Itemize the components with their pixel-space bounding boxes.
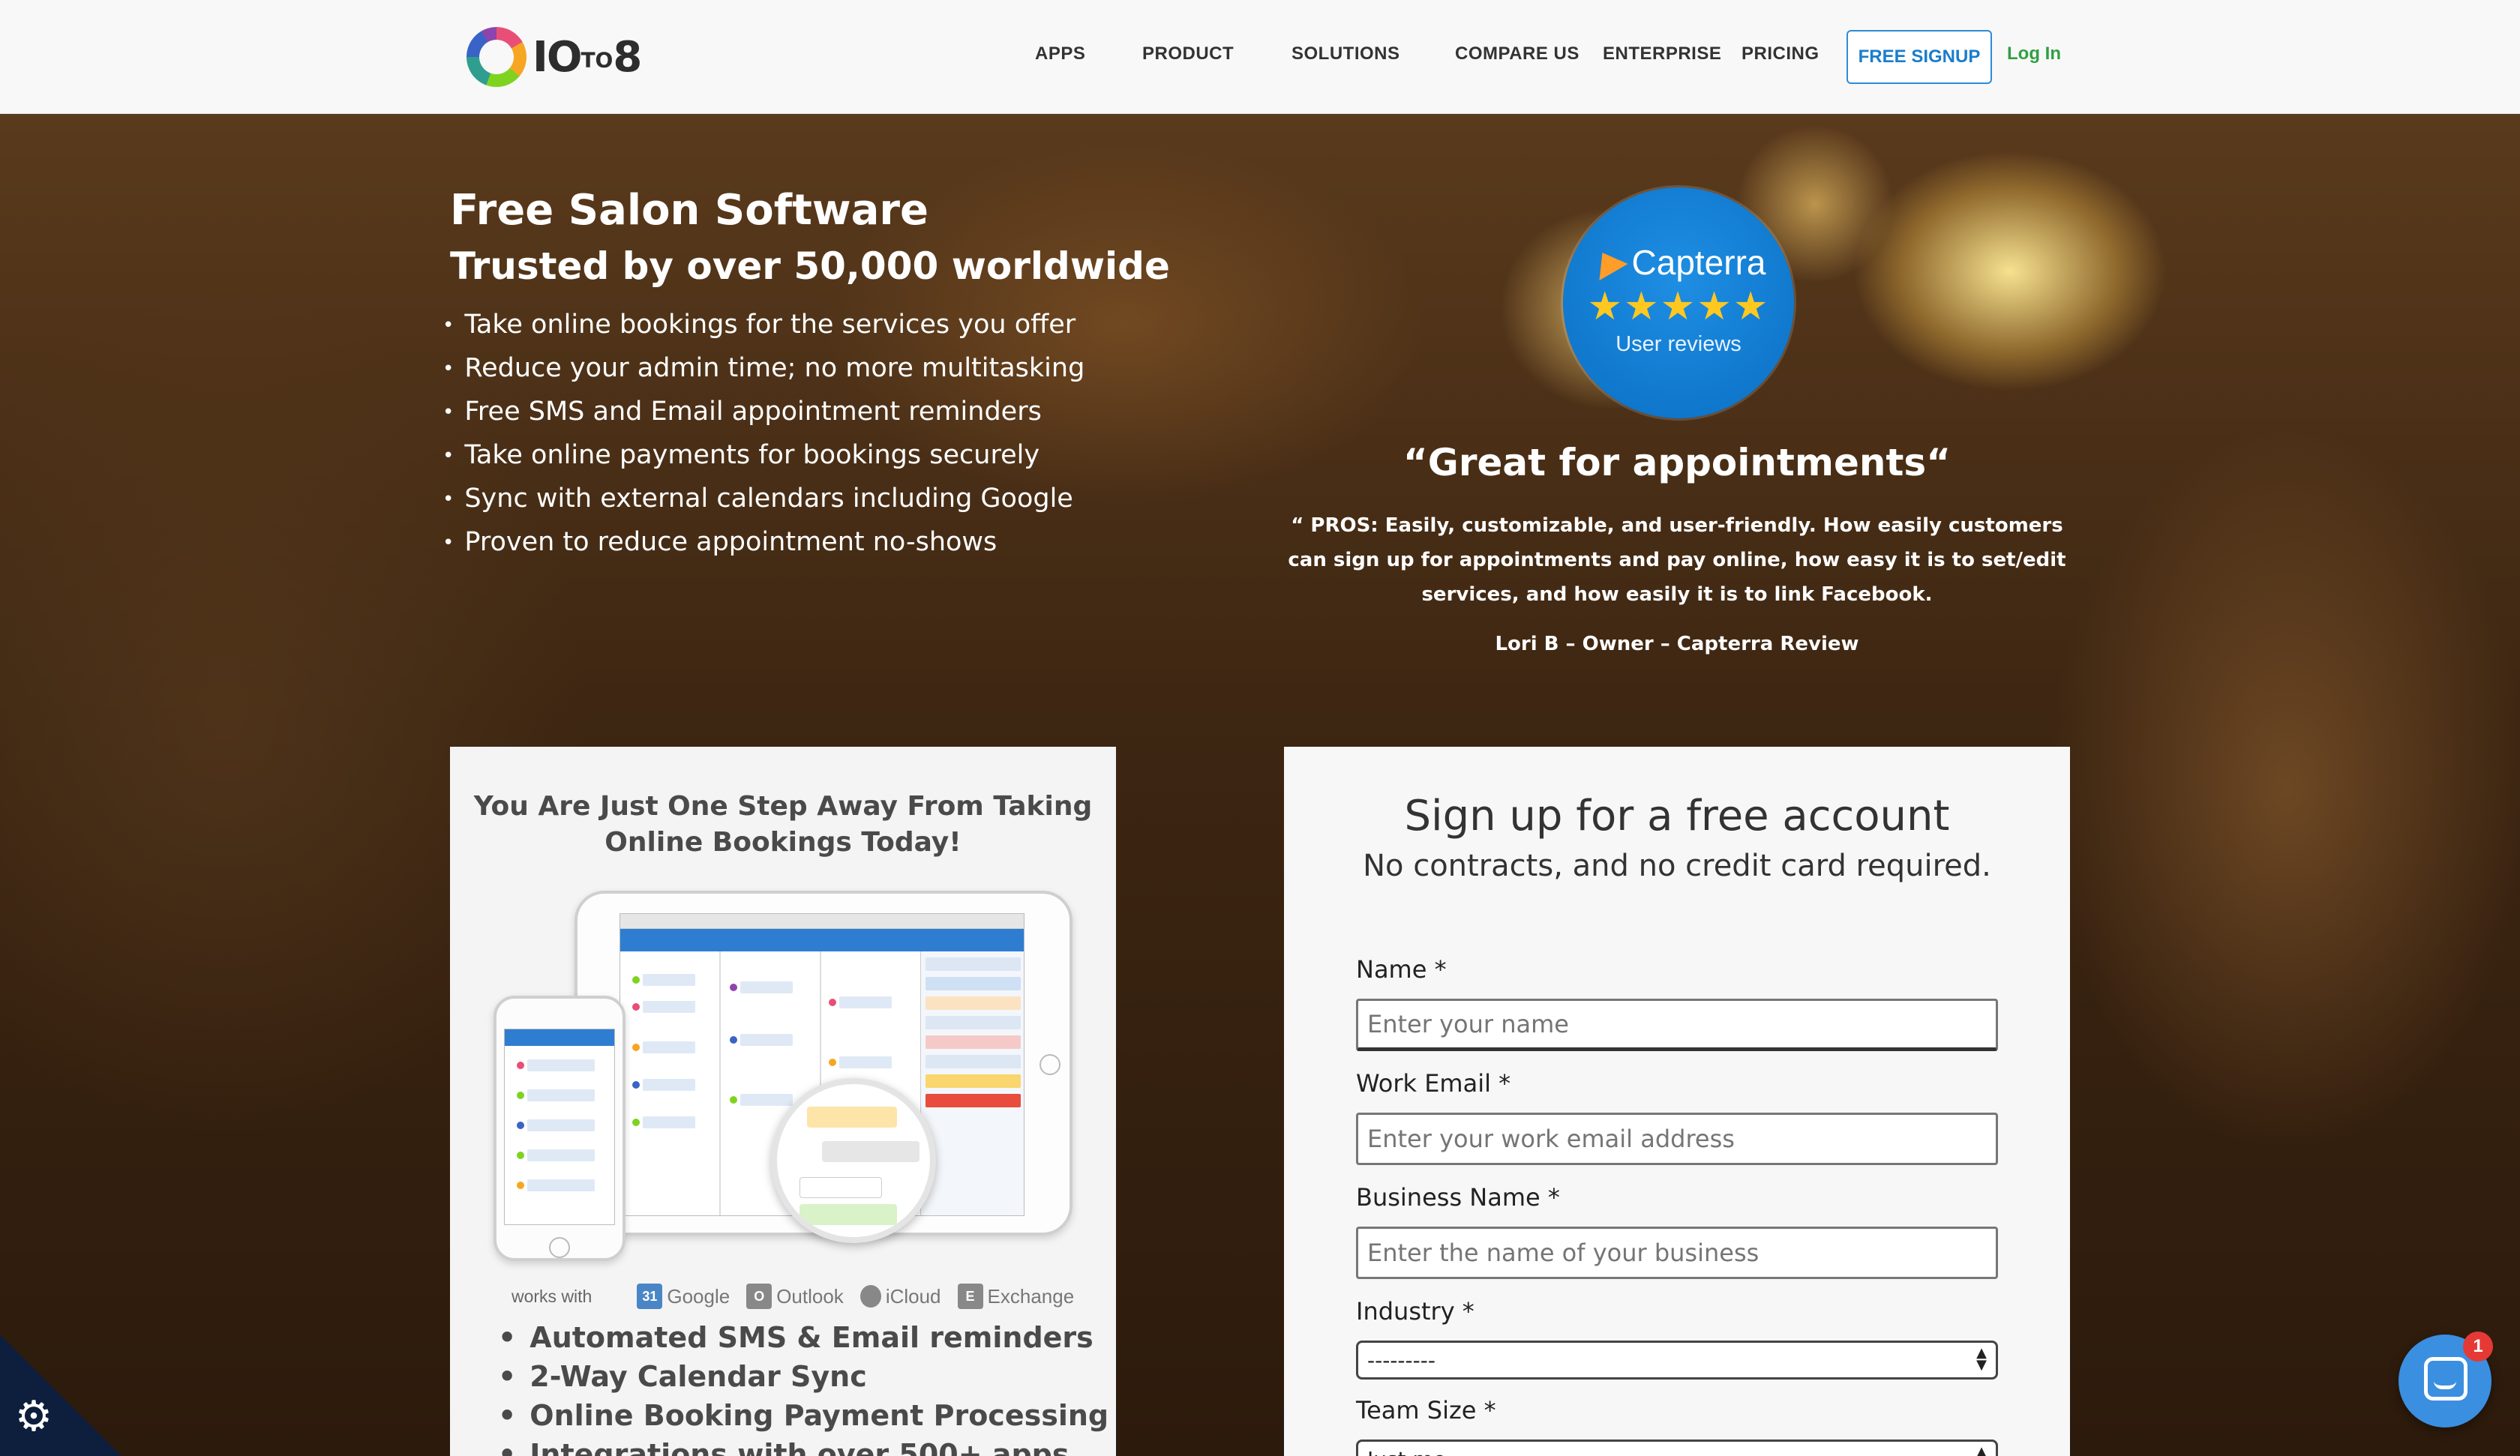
capterra-arrow-icon — [1587, 244, 1628, 280]
business-name-label: Business Name * — [1356, 1183, 1560, 1212]
industry-selected-value: --------- — [1367, 1347, 1436, 1373]
list-item: Online Booking Payment Processing — [526, 1396, 1108, 1435]
list-item: Automated SMS & Email reminders — [526, 1318, 1108, 1357]
list-item: Take online bookings for the services yo… — [442, 306, 1084, 349]
review-body: “ PROS: Easily, customizable, and user-f… — [1288, 514, 2066, 606]
outlook-logo: O Outlook — [746, 1284, 844, 1309]
work-email-input[interactable] — [1356, 1113, 1998, 1165]
10to8-logo[interactable]: IOTO8 — [466, 27, 642, 87]
list-item: Sync with external calendars including G… — [442, 480, 1084, 523]
google-calendar-icon: 31 — [637, 1284, 663, 1309]
select-arrows-icon: ▲▼ — [1976, 1444, 1987, 1456]
exchange-icon: E — [957, 1284, 983, 1309]
nav-enterprise[interactable]: ENTERPRISE — [1603, 43, 1721, 64]
badge-caption: User reviews — [1616, 331, 1742, 356]
promo-panel: You Are Just One Step Away From Taking O… — [450, 747, 1116, 1456]
nav-compare-us[interactable]: COMPARE US — [1455, 43, 1580, 64]
features-list: Automated SMS & Email reminders 2-Way Ca… — [526, 1318, 1108, 1456]
apple-icon — [860, 1285, 881, 1308]
nav-pricing[interactable]: PRICING — [1742, 43, 1820, 64]
list-item: 2-Way Calendar Sync — [526, 1357, 1108, 1396]
business-name-input[interactable] — [1356, 1227, 1998, 1279]
list-item: Integrations with over 500+ apps — [526, 1435, 1108, 1456]
logo-ring-icon — [466, 27, 526, 87]
work-email-label: Work Email * — [1356, 1069, 1511, 1098]
works-with-row: works with 31 Google O Outlook iCloud E Exc… — [512, 1284, 1082, 1309]
form-title: Sign up for a free account — [1404, 792, 1950, 840]
nav-solutions[interactable]: SOLUTIONS — [1292, 43, 1400, 64]
message-zoom-illustration — [771, 1078, 936, 1243]
name-input[interactable] — [1356, 999, 1998, 1051]
team-size-selected-value: Just me — [1367, 1447, 1446, 1456]
nav-apps[interactable]: APPS — [1035, 43, 1085, 64]
exchange-logo: E Exchange — [957, 1284, 1074, 1309]
review-author: Lori B – Owner – Capterra Review — [1495, 633, 1859, 655]
industry-label: Industry * — [1356, 1297, 1474, 1326]
list-item: Take online payments for bookings secure… — [442, 436, 1084, 480]
select-arrows-icon: ▲▼ — [1976, 1345, 1987, 1373]
gear-icon[interactable]: ⚙ — [10, 1393, 57, 1440]
promo-title: You Are Just One Step Away From Taking O… — [473, 791, 1093, 858]
nav-product[interactable]: PRODUCT — [1142, 43, 1234, 64]
team-size-select[interactable]: Just me ▲▼ — [1356, 1440, 1998, 1456]
login-link[interactable]: Log In — [2007, 43, 2061, 64]
industry-select[interactable]: --------- ▲ ▼ — [1356, 1341, 1998, 1380]
hero-benefits-list: Take online bookings for the services yo… — [442, 306, 1084, 567]
phone-illustration — [494, 996, 626, 1261]
review-title: “Great for appointments“ — [1402, 441, 1952, 484]
unread-count-badge: 1 — [2463, 1332, 2493, 1362]
team-size-label: Team Size * — [1356, 1396, 1496, 1425]
signup-form-panel: Sign up for a free account No contracts,… — [1284, 747, 2070, 1456]
list-item: Free SMS and Email appointment reminders — [442, 393, 1084, 436]
chat-icon — [2424, 1357, 2468, 1401]
star-rating-icon: ★★★★★ — [1587, 284, 1770, 328]
devices-screenshot-illustration — [494, 891, 1086, 1266]
name-label: Name * — [1356, 955, 1447, 984]
google-calendar-logo: 31 Google — [637, 1284, 730, 1309]
hero-subtitle: Trusted by over 50,000 worldwide — [450, 244, 1170, 288]
top-navigation-bar: IOTO8 APPS PRODUCT SOLUTIONS COMPARE US … — [0, 0, 2520, 114]
free-signup-button[interactable]: FREE SIGNUP — [1846, 30, 1992, 84]
list-item: Proven to reduce appointment no-shows — [442, 523, 1084, 567]
logo-text: IOTO8 — [532, 32, 642, 82]
capterra-brand: Capterra — [1631, 242, 1766, 282]
icloud-logo: iCloud — [860, 1285, 941, 1308]
works-with-label: works with — [512, 1286, 592, 1306]
hero-title: Free Salon Software — [450, 186, 928, 235]
outlook-icon: O — [746, 1284, 772, 1309]
form-subtitle: No contracts, and no credit card require… — [1363, 849, 1991, 883]
capterra-badge[interactable]: Capterra ★★★★★ User reviews — [1563, 187, 1794, 418]
hero-background-image — [0, 114, 2520, 1456]
list-item: Reduce your admin time; no more multitas… — [442, 349, 1084, 393]
